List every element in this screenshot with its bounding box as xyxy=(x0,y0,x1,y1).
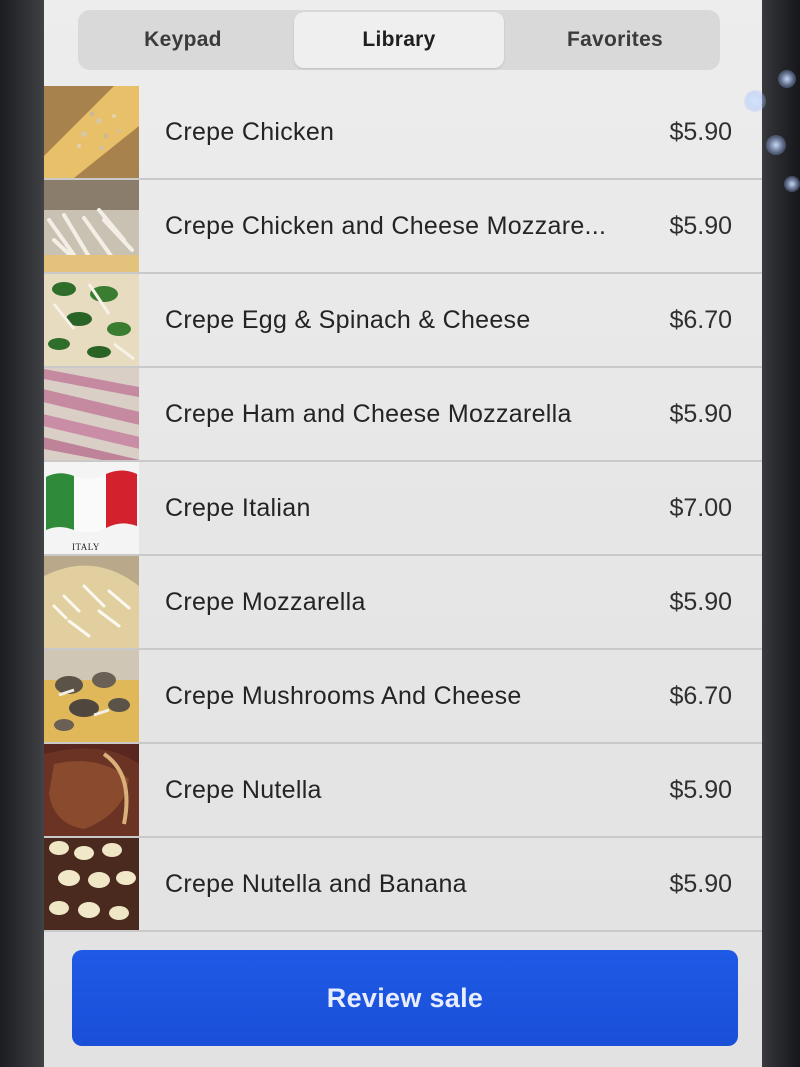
item-price: $7.00 xyxy=(669,493,732,522)
light-glare xyxy=(778,70,796,88)
item-price: $5.90 xyxy=(669,211,732,240)
list-item[interactable]: Crepe Chicken and Cheese Mozzare... $5.9… xyxy=(44,180,762,274)
list-item[interactable]: Crepe Ham and Cheese Mozzarella $5.90 xyxy=(44,368,762,462)
crepe-mozzarella-thumbnail xyxy=(44,556,139,648)
crepe-nutella-thumbnail xyxy=(44,744,139,836)
list-item[interactable]: Crepe Mozzarella $5.90 xyxy=(44,556,762,650)
item-name: Crepe Mushrooms And Cheese xyxy=(165,681,522,710)
item-name: Crepe Egg & Spinach & Cheese xyxy=(165,305,531,334)
crepe-chicken-thumbnail xyxy=(44,86,139,178)
item-name: Crepe Ham and Cheese Mozzarella xyxy=(165,399,572,428)
item-price: $5.90 xyxy=(669,587,732,616)
light-glare xyxy=(784,176,800,192)
crepe-egg-spinach-thumbnail xyxy=(44,274,139,366)
item-name: Crepe Chicken and Cheese Mozzare... xyxy=(165,211,607,240)
item-name: Crepe Mozzarella xyxy=(165,587,366,616)
list-item[interactable]: Crepe Mushrooms And Cheese $6.70 xyxy=(44,650,762,744)
crepe-mushrooms-thumbnail xyxy=(44,650,139,742)
item-price: $5.90 xyxy=(669,117,732,146)
list-item[interactable]: Crepe Nutella $5.90 xyxy=(44,744,762,838)
tab-library[interactable]: Library xyxy=(294,12,504,68)
crepe-nutella-banana-thumbnail xyxy=(44,838,139,930)
list-item[interactable]: Crepe Chicken $5.90 xyxy=(44,86,762,180)
tab-keypad[interactable]: Keypad xyxy=(78,10,288,70)
italy-flag-thumbnail: ITALY xyxy=(44,462,139,554)
item-name: Crepe Italian xyxy=(165,493,311,522)
item-price: $6.70 xyxy=(669,305,732,334)
item-library-list: Crepe Chicken $5.90 Crepe Chicken and Ch… xyxy=(44,86,762,932)
item-name: Crepe Chicken xyxy=(165,117,335,146)
light-glare xyxy=(744,90,766,112)
pos-screen: Keypad Library Favorites Crepe Chicken $… xyxy=(44,0,762,1067)
item-name: Crepe Nutella xyxy=(165,775,322,804)
list-item[interactable]: ITALY Crepe Italian $7.00 xyxy=(44,462,762,556)
item-price: $5.90 xyxy=(669,399,732,428)
crepe-chicken-cheese-thumbnail xyxy=(44,180,139,272)
tab-favorites[interactable]: Favorites xyxy=(510,10,720,70)
review-sale-button[interactable]: Review sale xyxy=(72,950,738,1046)
item-price: $5.90 xyxy=(669,775,732,804)
light-glare xyxy=(766,135,786,155)
item-price: $5.90 xyxy=(669,869,732,898)
item-name: Crepe Nutella and Banana xyxy=(165,869,467,898)
segmented-tabs: Keypad Library Favorites xyxy=(78,10,720,70)
item-price: $6.70 xyxy=(669,681,732,710)
crepe-ham-thumbnail xyxy=(44,368,139,460)
thumb-caption: ITALY xyxy=(72,542,100,552)
list-item[interactable]: Crepe Egg & Spinach & Cheese $6.70 xyxy=(44,274,762,368)
list-item[interactable]: Crepe Nutella and Banana $5.90 xyxy=(44,838,762,932)
